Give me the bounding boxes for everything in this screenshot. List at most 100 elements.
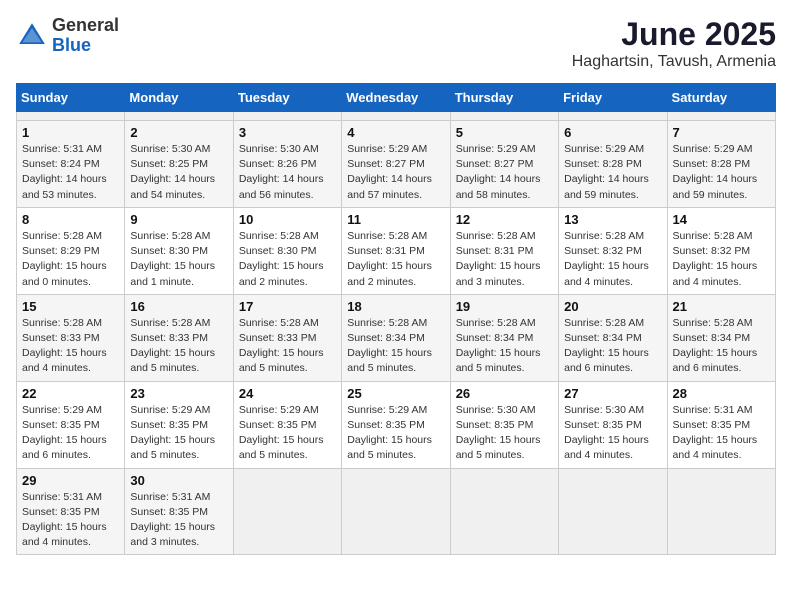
day-number: 11 — [347, 212, 444, 227]
day-cell: 10 Sunrise: 5:28 AM Sunset: 8:30 PM Dayli… — [233, 207, 341, 294]
day-info: Sunrise: 5:28 AM Sunset: 8:33 PM Dayligh… — [239, 316, 336, 377]
day-number: 29 — [22, 473, 119, 488]
day-info: Sunrise: 5:28 AM Sunset: 8:31 PM Dayligh… — [456, 229, 553, 290]
header-row: SundayMondayTuesdayWednesdayThursdayFrid… — [17, 84, 776, 112]
day-cell — [342, 468, 450, 555]
day-cell — [450, 112, 558, 121]
header-cell-saturday: Saturday — [667, 84, 775, 112]
day-info: Sunrise: 5:29 AM Sunset: 8:27 PM Dayligh… — [347, 142, 444, 203]
day-number: 17 — [239, 299, 336, 314]
day-cell: 16 Sunrise: 5:28 AM Sunset: 8:33 PM Dayli… — [125, 294, 233, 381]
day-cell: 7 Sunrise: 5:29 AM Sunset: 8:28 PM Daylig… — [667, 121, 775, 208]
day-info: Sunrise: 5:28 AM Sunset: 8:30 PM Dayligh… — [239, 229, 336, 290]
day-number: 27 — [564, 386, 661, 401]
day-info: Sunrise: 5:29 AM Sunset: 8:35 PM Dayligh… — [347, 403, 444, 464]
day-info: Sunrise: 5:30 AM Sunset: 8:35 PM Dayligh… — [564, 403, 661, 464]
day-number: 5 — [456, 125, 553, 140]
logo-general: General — [52, 16, 119, 36]
calendar-table: SundayMondayTuesdayWednesdayThursdayFrid… — [16, 83, 776, 555]
day-number: 19 — [456, 299, 553, 314]
day-info: Sunrise: 5:28 AM Sunset: 8:30 PM Dayligh… — [130, 229, 227, 290]
day-cell — [667, 112, 775, 121]
day-number: 21 — [673, 299, 770, 314]
day-cell: 6 Sunrise: 5:29 AM Sunset: 8:28 PM Daylig… — [559, 121, 667, 208]
day-number: 20 — [564, 299, 661, 314]
header-cell-sunday: Sunday — [17, 84, 125, 112]
day-cell — [233, 468, 341, 555]
day-info: Sunrise: 5:28 AM Sunset: 8:31 PM Dayligh… — [347, 229, 444, 290]
day-cell: 23 Sunrise: 5:29 AM Sunset: 8:35 PM Dayli… — [125, 381, 233, 468]
day-number: 6 — [564, 125, 661, 140]
day-info: Sunrise: 5:29 AM Sunset: 8:35 PM Dayligh… — [22, 403, 119, 464]
day-cell: 11 Sunrise: 5:28 AM Sunset: 8:31 PM Dayli… — [342, 207, 450, 294]
day-info: Sunrise: 5:28 AM Sunset: 8:32 PM Dayligh… — [673, 229, 770, 290]
logo-blue: Blue — [52, 36, 119, 56]
logo: General Blue — [16, 16, 119, 56]
day-number: 7 — [673, 125, 770, 140]
logo-icon — [16, 20, 48, 52]
header-cell-friday: Friday — [559, 84, 667, 112]
header-cell-tuesday: Tuesday — [233, 84, 341, 112]
day-number: 22 — [22, 386, 119, 401]
day-cell: 18Sunrise: 5:28 AM Sunset: 8:34 PM Dayli… — [342, 294, 450, 381]
week-row-3: 8 Sunrise: 5:28 AM Sunset: 8:29 PM Daylig… — [17, 207, 776, 294]
day-cell: 2 Sunrise: 5:30 AM Sunset: 8:25 PM Daylig… — [125, 121, 233, 208]
week-row-5: 22 Sunrise: 5:29 AM Sunset: 8:35 PM Dayli… — [17, 381, 776, 468]
header-cell-thursday: Thursday — [450, 84, 558, 112]
day-cell: 8 Sunrise: 5:28 AM Sunset: 8:29 PM Daylig… — [17, 207, 125, 294]
header-cell-wednesday: Wednesday — [342, 84, 450, 112]
day-number: 26 — [456, 386, 553, 401]
day-cell: 1Sunrise: 5:31 AM Sunset: 8:24 PM Daylig… — [17, 121, 125, 208]
day-info: Sunrise: 5:31 AM Sunset: 8:35 PM Dayligh… — [22, 490, 119, 551]
day-number: 18 — [347, 299, 444, 314]
week-row-1 — [17, 112, 776, 121]
week-row-4: 15 Sunrise: 5:28 AM Sunset: 8:33 PM Dayli… — [17, 294, 776, 381]
day-info: Sunrise: 5:28 AM Sunset: 8:34 PM Dayligh… — [456, 316, 553, 377]
day-cell: 27 Sunrise: 5:30 AM Sunset: 8:35 PM Dayli… — [559, 381, 667, 468]
day-cell: 25Sunrise: 5:29 AM Sunset: 8:35 PM Dayli… — [342, 381, 450, 468]
day-cell: 9 Sunrise: 5:28 AM Sunset: 8:30 PM Daylig… — [125, 207, 233, 294]
day-info: Sunrise: 5:31 AM Sunset: 8:35 PM Dayligh… — [130, 490, 227, 551]
day-info: Sunrise: 5:28 AM Sunset: 8:34 PM Dayligh… — [673, 316, 770, 377]
day-number: 10 — [239, 212, 336, 227]
week-row-2: 1Sunrise: 5:31 AM Sunset: 8:24 PM Daylig… — [17, 121, 776, 208]
day-info: Sunrise: 5:28 AM Sunset: 8:29 PM Dayligh… — [22, 229, 119, 290]
day-info: Sunrise: 5:31 AM Sunset: 8:35 PM Dayligh… — [673, 403, 770, 464]
day-cell: 19 Sunrise: 5:28 AM Sunset: 8:34 PM Dayli… — [450, 294, 558, 381]
day-cell: 15Sunrise: 5:28 AM Sunset: 8:33 PM Dayli… — [17, 294, 125, 381]
day-number: 9 — [130, 212, 227, 227]
day-cell — [667, 468, 775, 555]
week-row-6: 29 Sunrise: 5:31 AM Sunset: 8:35 PM Dayli… — [17, 468, 776, 555]
day-cell — [17, 112, 125, 121]
day-number: 13 — [564, 212, 661, 227]
day-cell: 28 Sunrise: 5:31 AM Sunset: 8:35 PM Dayli… — [667, 381, 775, 468]
day-cell: 3Sunrise: 5:30 AM Sunset: 8:26 PM Daylig… — [233, 121, 341, 208]
day-number: 23 — [130, 386, 227, 401]
day-cell: 17 Sunrise: 5:28 AM Sunset: 8:33 PM Dayli… — [233, 294, 341, 381]
day-cell — [559, 112, 667, 121]
subtitle: Haghartsin, Tavush, Armenia — [572, 53, 776, 71]
day-number: 28 — [673, 386, 770, 401]
day-info: Sunrise: 5:29 AM Sunset: 8:28 PM Dayligh… — [673, 142, 770, 203]
day-cell — [233, 112, 341, 121]
day-number: 15 — [22, 299, 119, 314]
day-info: Sunrise: 5:28 AM Sunset: 8:33 PM Dayligh… — [130, 316, 227, 377]
day-cell: 21 Sunrise: 5:28 AM Sunset: 8:34 PM Dayli… — [667, 294, 775, 381]
day-cell: 14Sunrise: 5:28 AM Sunset: 8:32 PM Dayli… — [667, 207, 775, 294]
day-info: Sunrise: 5:31 AM Sunset: 8:24 PM Dayligh… — [22, 142, 119, 203]
day-number: 2 — [130, 125, 227, 140]
day-info: Sunrise: 5:28 AM Sunset: 8:32 PM Dayligh… — [564, 229, 661, 290]
day-number: 30 — [130, 473, 227, 488]
day-number: 4 — [347, 125, 444, 140]
header: General Blue June 2025 Haghartsin, Tavus… — [16, 16, 776, 71]
day-info: Sunrise: 5:30 AM Sunset: 8:25 PM Dayligh… — [130, 142, 227, 203]
day-cell — [559, 468, 667, 555]
day-info: Sunrise: 5:29 AM Sunset: 8:35 PM Dayligh… — [130, 403, 227, 464]
day-number: 8 — [22, 212, 119, 227]
day-number: 24 — [239, 386, 336, 401]
day-cell: 13 Sunrise: 5:28 AM Sunset: 8:32 PM Dayli… — [559, 207, 667, 294]
day-cell: 26Sunrise: 5:30 AM Sunset: 8:35 PM Dayli… — [450, 381, 558, 468]
main-title: June 2025 — [572, 16, 776, 53]
day-info: Sunrise: 5:29 AM Sunset: 8:28 PM Dayligh… — [564, 142, 661, 203]
day-number: 16 — [130, 299, 227, 314]
